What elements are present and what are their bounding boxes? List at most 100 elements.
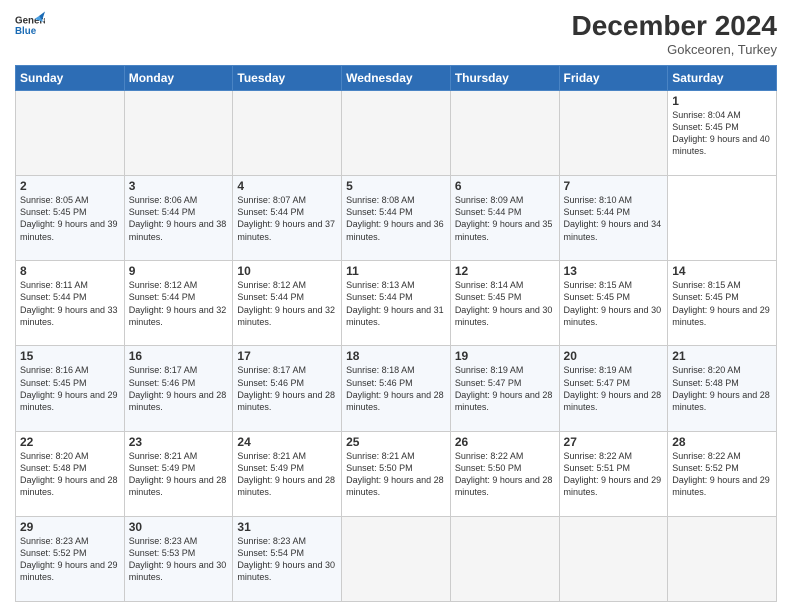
- cell-text: Sunrise: 8:15 AMSunset: 5:45 PMDaylight:…: [672, 279, 772, 328]
- cell-text: Sunrise: 8:14 AMSunset: 5:45 PMDaylight:…: [455, 279, 555, 328]
- cell-text: Sunrise: 8:12 AMSunset: 5:44 PMDaylight:…: [129, 279, 229, 328]
- day-number: 1: [672, 94, 772, 108]
- calendar-day-cell: 10 Sunrise: 8:12 AMSunset: 5:44 PMDaylig…: [233, 261, 342, 346]
- day-number: 26: [455, 435, 555, 449]
- cell-text: Sunrise: 8:23 AMSunset: 5:53 PMDaylight:…: [129, 535, 229, 584]
- calendar-day-cell: 24 Sunrise: 8:21 AMSunset: 5:49 PMDaylig…: [233, 431, 342, 516]
- calendar-day-cell: 17 Sunrise: 8:17 AMSunset: 5:46 PMDaylig…: [233, 346, 342, 431]
- calendar-header-cell: Saturday: [668, 66, 777, 91]
- cell-text: Sunrise: 8:08 AMSunset: 5:44 PMDaylight:…: [346, 194, 446, 243]
- calendar-week-row: 22 Sunrise: 8:20 AMSunset: 5:48 PMDaylig…: [16, 431, 777, 516]
- day-number: 9: [129, 264, 229, 278]
- calendar-day-cell: 27 Sunrise: 8:22 AMSunset: 5:51 PMDaylig…: [559, 431, 668, 516]
- day-number: 8: [20, 264, 120, 278]
- calendar-empty-cell: [124, 91, 233, 176]
- cell-text: Sunrise: 8:23 AMSunset: 5:54 PMDaylight:…: [237, 535, 337, 584]
- calendar-header-cell: Monday: [124, 66, 233, 91]
- cell-text: Sunrise: 8:04 AMSunset: 5:45 PMDaylight:…: [672, 109, 772, 158]
- cell-text: Sunrise: 8:22 AMSunset: 5:52 PMDaylight:…: [672, 450, 772, 499]
- logo-bird-icon: General Blue: [15, 10, 45, 40]
- calendar-day-cell: 28 Sunrise: 8:22 AMSunset: 5:52 PMDaylig…: [668, 431, 777, 516]
- cell-text: Sunrise: 8:17 AMSunset: 5:46 PMDaylight:…: [237, 364, 337, 413]
- calendar-day-cell: 15 Sunrise: 8:16 AMSunset: 5:45 PMDaylig…: [16, 346, 125, 431]
- cell-text: Sunrise: 8:15 AMSunset: 5:45 PMDaylight:…: [564, 279, 664, 328]
- day-number: 10: [237, 264, 337, 278]
- calendar-header-row: SundayMondayTuesdayWednesdayThursdayFrid…: [16, 66, 777, 91]
- calendar-empty-cell: [668, 516, 777, 601]
- cell-text: Sunrise: 8:10 AMSunset: 5:44 PMDaylight:…: [564, 194, 664, 243]
- day-number: 11: [346, 264, 446, 278]
- calendar-day-cell: 2 Sunrise: 8:05 AMSunset: 5:45 PMDayligh…: [16, 176, 125, 261]
- cell-text: Sunrise: 8:16 AMSunset: 5:45 PMDaylight:…: [20, 364, 120, 413]
- calendar-empty-cell: [450, 91, 559, 176]
- day-number: 21: [672, 349, 772, 363]
- day-number: 27: [564, 435, 664, 449]
- cell-text: Sunrise: 8:22 AMSunset: 5:50 PMDaylight:…: [455, 450, 555, 499]
- cell-text: Sunrise: 8:21 AMSunset: 5:50 PMDaylight:…: [346, 450, 446, 499]
- calendar-header-cell: Sunday: [16, 66, 125, 91]
- day-number: 12: [455, 264, 555, 278]
- calendar-day-cell: 16 Sunrise: 8:17 AMSunset: 5:46 PMDaylig…: [124, 346, 233, 431]
- cell-text: Sunrise: 8:19 AMSunset: 5:47 PMDaylight:…: [455, 364, 555, 413]
- day-number: 5: [346, 179, 446, 193]
- calendar-day-cell: 13 Sunrise: 8:15 AMSunset: 5:45 PMDaylig…: [559, 261, 668, 346]
- calendar-day-cell: 12 Sunrise: 8:14 AMSunset: 5:45 PMDaylig…: [450, 261, 559, 346]
- calendar-day-cell: 18 Sunrise: 8:18 AMSunset: 5:46 PMDaylig…: [342, 346, 451, 431]
- title-block: December 2024 Gokceoren, Turkey: [572, 10, 777, 57]
- month-title: December 2024: [572, 10, 777, 42]
- calendar-day-cell: 7 Sunrise: 8:10 AMSunset: 5:44 PMDayligh…: [559, 176, 668, 261]
- cell-text: Sunrise: 8:21 AMSunset: 5:49 PMDaylight:…: [129, 450, 229, 499]
- calendar-day-cell: 31 Sunrise: 8:23 AMSunset: 5:54 PMDaylig…: [233, 516, 342, 601]
- calendar-empty-cell: [342, 516, 451, 601]
- day-number: 29: [20, 520, 120, 534]
- calendar-day-cell: 30 Sunrise: 8:23 AMSunset: 5:53 PMDaylig…: [124, 516, 233, 601]
- day-number: 19: [455, 349, 555, 363]
- calendar-week-row: 2 Sunrise: 8:05 AMSunset: 5:45 PMDayligh…: [16, 176, 777, 261]
- cell-text: Sunrise: 8:11 AMSunset: 5:44 PMDaylight:…: [20, 279, 120, 328]
- day-number: 25: [346, 435, 446, 449]
- day-number: 30: [129, 520, 229, 534]
- calendar-week-row: 8 Sunrise: 8:11 AMSunset: 5:44 PMDayligh…: [16, 261, 777, 346]
- calendar-empty-cell: [559, 516, 668, 601]
- calendar-table: SundayMondayTuesdayWednesdayThursdayFrid…: [15, 65, 777, 602]
- calendar-day-cell: 21 Sunrise: 8:20 AMSunset: 5:48 PMDaylig…: [668, 346, 777, 431]
- cell-text: Sunrise: 8:07 AMSunset: 5:44 PMDaylight:…: [237, 194, 337, 243]
- calendar-empty-cell: [233, 91, 342, 176]
- calendar-week-row: 15 Sunrise: 8:16 AMSunset: 5:45 PMDaylig…: [16, 346, 777, 431]
- header: General Blue December 2024 Gokceoren, Tu…: [15, 10, 777, 57]
- cell-text: Sunrise: 8:21 AMSunset: 5:49 PMDaylight:…: [237, 450, 337, 499]
- cell-text: Sunrise: 8:23 AMSunset: 5:52 PMDaylight:…: [20, 535, 120, 584]
- calendar-day-cell: 6 Sunrise: 8:09 AMSunset: 5:44 PMDayligh…: [450, 176, 559, 261]
- calendar-day-cell: 1 Sunrise: 8:04 AMSunset: 5:45 PMDayligh…: [668, 91, 777, 176]
- calendar-empty-cell: [342, 91, 451, 176]
- calendar-empty-cell: [559, 91, 668, 176]
- day-number: 22: [20, 435, 120, 449]
- svg-text:Blue: Blue: [15, 26, 37, 37]
- calendar-day-cell: 4 Sunrise: 8:07 AMSunset: 5:44 PMDayligh…: [233, 176, 342, 261]
- cell-text: Sunrise: 8:12 AMSunset: 5:44 PMDaylight:…: [237, 279, 337, 328]
- cell-text: Sunrise: 8:19 AMSunset: 5:47 PMDaylight:…: [564, 364, 664, 413]
- logo: General Blue: [15, 10, 45, 40]
- day-number: 3: [129, 179, 229, 193]
- cell-text: Sunrise: 8:06 AMSunset: 5:44 PMDaylight:…: [129, 194, 229, 243]
- day-number: 14: [672, 264, 772, 278]
- calendar-day-cell: 25 Sunrise: 8:21 AMSunset: 5:50 PMDaylig…: [342, 431, 451, 516]
- cell-text: Sunrise: 8:13 AMSunset: 5:44 PMDaylight:…: [346, 279, 446, 328]
- cell-text: Sunrise: 8:09 AMSunset: 5:44 PMDaylight:…: [455, 194, 555, 243]
- calendar-day-cell: 14 Sunrise: 8:15 AMSunset: 5:45 PMDaylig…: [668, 261, 777, 346]
- calendar-day-cell: 3 Sunrise: 8:06 AMSunset: 5:44 PMDayligh…: [124, 176, 233, 261]
- calendar-empty-cell: [16, 91, 125, 176]
- calendar-week-row: 29 Sunrise: 8:23 AMSunset: 5:52 PMDaylig…: [16, 516, 777, 601]
- cell-text: Sunrise: 8:18 AMSunset: 5:46 PMDaylight:…: [346, 364, 446, 413]
- calendar-empty-cell: [450, 516, 559, 601]
- cell-text: Sunrise: 8:20 AMSunset: 5:48 PMDaylight:…: [672, 364, 772, 413]
- day-number: 13: [564, 264, 664, 278]
- cell-text: Sunrise: 8:17 AMSunset: 5:46 PMDaylight:…: [129, 364, 229, 413]
- day-number: 28: [672, 435, 772, 449]
- day-number: 16: [129, 349, 229, 363]
- day-number: 31: [237, 520, 337, 534]
- calendar-week-row: 1 Sunrise: 8:04 AMSunset: 5:45 PMDayligh…: [16, 91, 777, 176]
- location: Gokceoren, Turkey: [572, 42, 777, 57]
- calendar-header-cell: Wednesday: [342, 66, 451, 91]
- day-number: 20: [564, 349, 664, 363]
